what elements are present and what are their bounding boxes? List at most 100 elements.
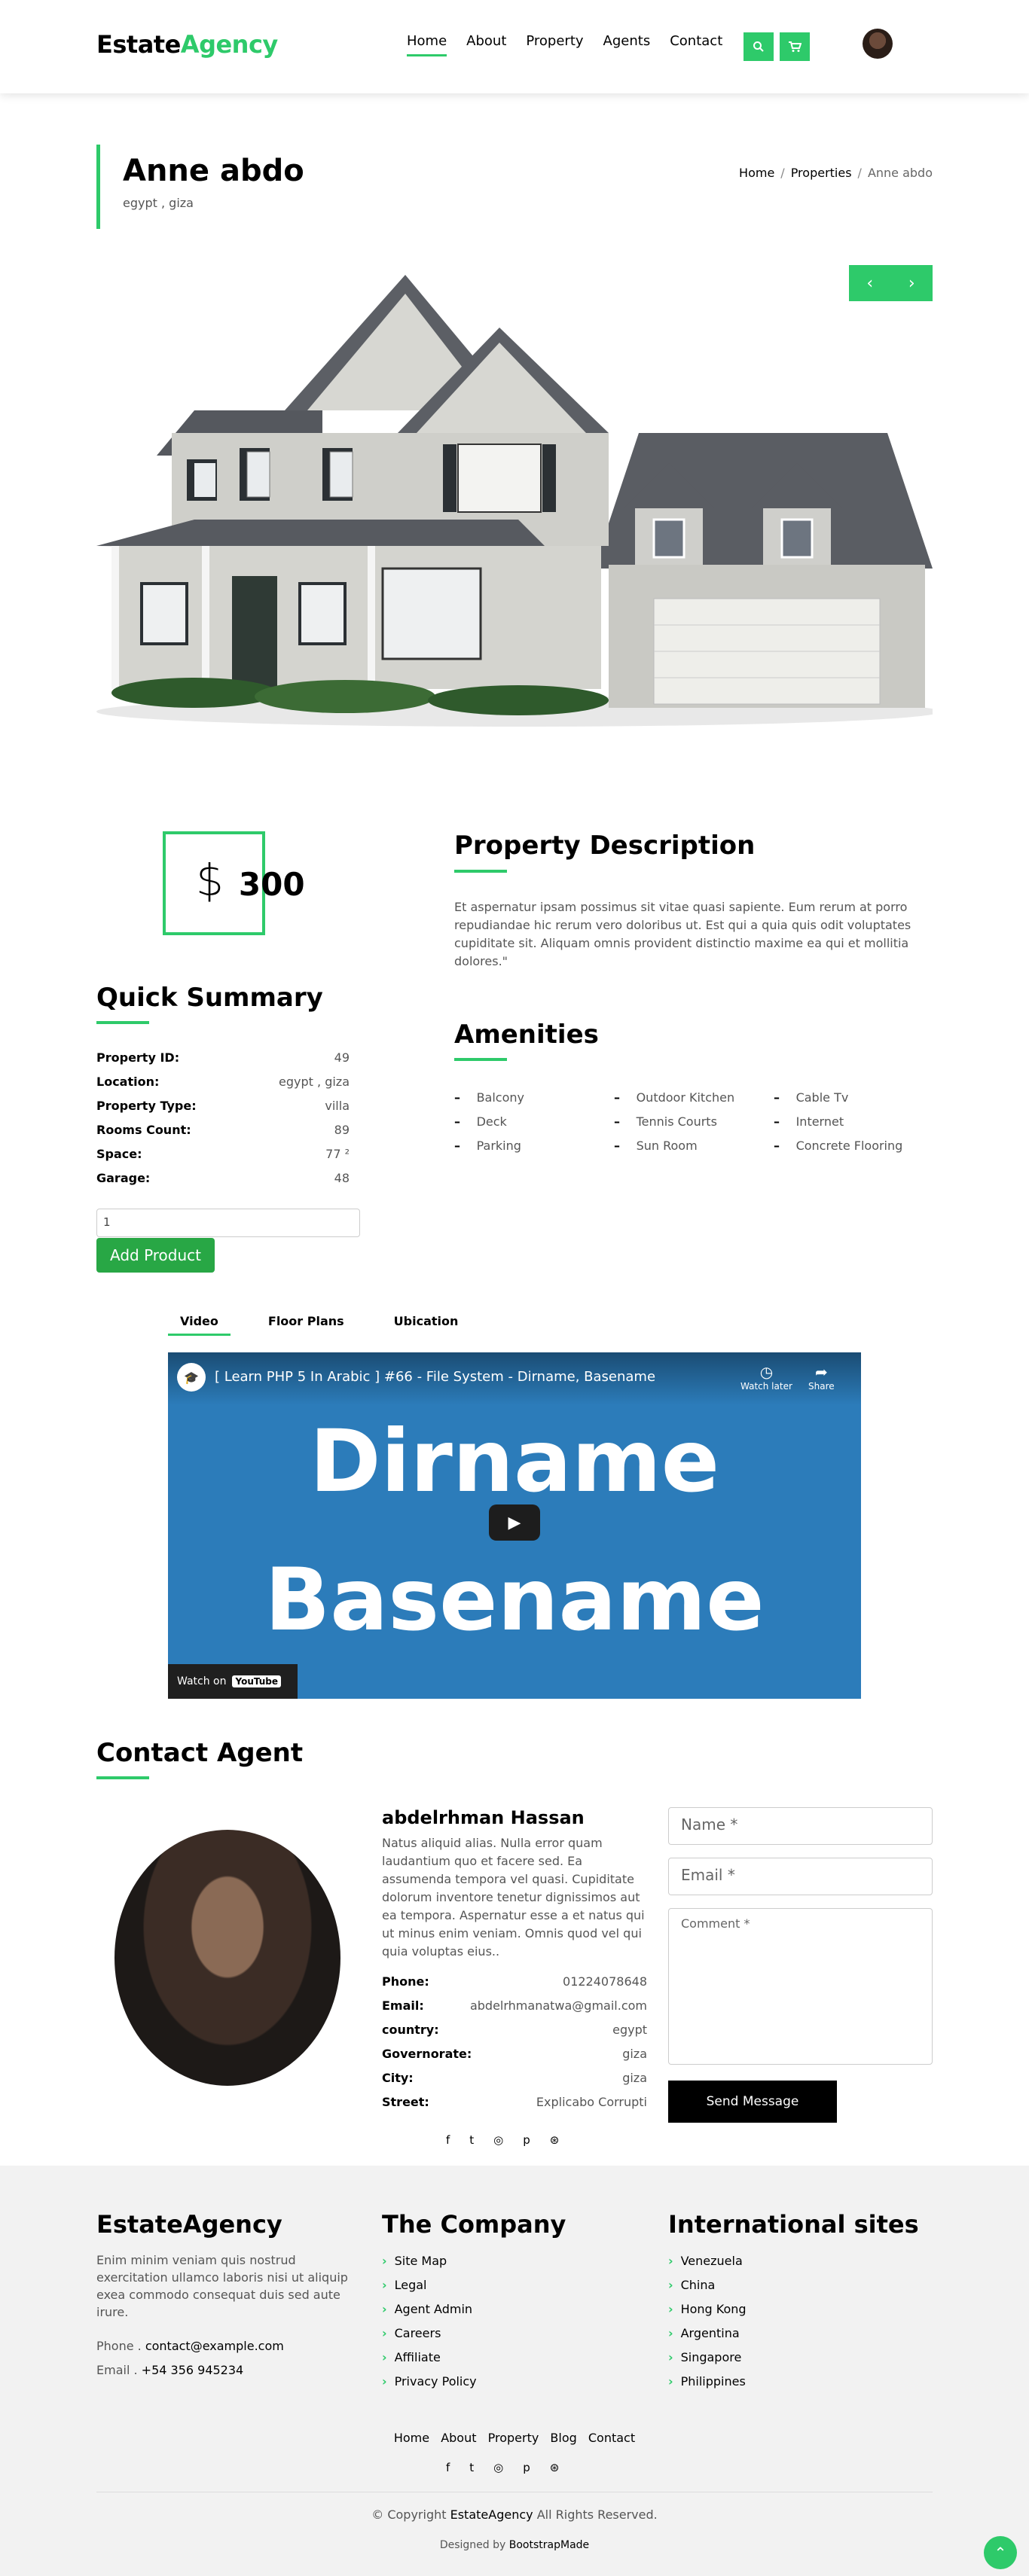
- footer-link[interactable]: China: [668, 2278, 747, 2302]
- agent-info-row: country: egypt: [382, 2023, 647, 2047]
- pinterest-icon[interactable]: p: [523, 2133, 530, 2147]
- footer-nav-about[interactable]: About: [441, 2431, 476, 2445]
- tab-floor-plans[interactable]: Floor Plans: [256, 1314, 356, 1336]
- summary-key: Garage:: [96, 1171, 151, 1185]
- channel-logo-icon[interactable]: 🎓: [177, 1363, 206, 1392]
- nav-links: Home About Property Agents Contact: [407, 33, 742, 56]
- agent-info-value: abdelrhmanatwa@gmail.com: [469, 1998, 647, 2013]
- share-icon: ➦: [814, 1363, 828, 1381]
- footer-link[interactable]: Careers: [382, 2326, 477, 2350]
- summary-title: Quick Summary: [96, 983, 323, 1013]
- footer-link[interactable]: Privacy Policy: [382, 2374, 477, 2398]
- quantity-input[interactable]: 1: [96, 1209, 360, 1237]
- back-to-top-button[interactable]: ⌃: [984, 2536, 1017, 2569]
- footer-link[interactable]: Legal: [382, 2278, 477, 2302]
- footer-phone: Phone . contact@example.com: [96, 2337, 284, 2355]
- footer-link[interactable]: Agent Admin: [382, 2302, 477, 2326]
- footer-link[interactable]: Singapore: [668, 2350, 747, 2374]
- name-field[interactable]: Name *: [668, 1807, 933, 1845]
- footer-email-value[interactable]: +54 356 945234: [142, 2363, 244, 2377]
- twitter-icon[interactable]: t: [469, 2461, 474, 2474]
- breadcrumb: Home / Properties / Anne abdo: [739, 166, 933, 180]
- tab-ubication[interactable]: Ubication: [382, 1314, 471, 1336]
- footer-nav-blog[interactable]: Blog: [550, 2431, 576, 2445]
- agent-photo: [115, 1830, 340, 2086]
- description-text: Et aspernatur ipsam possimus sit vitae q…: [454, 900, 911, 968]
- breadcrumb-properties[interactable]: Properties: [791, 166, 852, 180]
- agent-info-row: Email: abdelrhmanatwa@gmail.com: [382, 1998, 647, 2023]
- footer-link[interactable]: Argentina: [668, 2326, 747, 2350]
- facebook-icon[interactable]: f: [446, 2461, 450, 2474]
- navbar: EstateAgency Home About Property Agents …: [0, 0, 1029, 93]
- email-field[interactable]: Email *: [668, 1858, 933, 1895]
- play-button[interactable]: ▶: [489, 1504, 540, 1541]
- footer-nav-property[interactable]: Property: [488, 2431, 539, 2445]
- nav-contact[interactable]: Contact: [670, 33, 722, 56]
- footer-nav-home[interactable]: Home: [394, 2431, 429, 2445]
- media-tabs: Video Floor Plans Ubication: [168, 1314, 496, 1336]
- tab-video[interactable]: Video: [168, 1314, 231, 1336]
- footer-email: Email . +54 356 945234: [96, 2361, 243, 2379]
- send-message-button[interactable]: Send Message: [668, 2081, 837, 2123]
- footer-phone-value[interactable]: contact@example.com: [145, 2339, 284, 2353]
- footer-social-links: f t ◎ p ⊛: [446, 2461, 559, 2474]
- watch-later-button[interactable]: ◷ Watch later: [740, 1363, 792, 1392]
- instagram-icon[interactable]: ◎: [493, 2133, 503, 2147]
- price-amount: 300: [238, 866, 305, 903]
- agent-info: Phone: 01224078648 Email: abdelrhmanatwa@g…: [382, 1974, 647, 2119]
- nav-about[interactable]: About: [466, 33, 506, 56]
- designed-by-prefix: Designed by: [439, 2539, 506, 2551]
- twitter-icon[interactable]: t: [469, 2133, 474, 2147]
- dribbble-icon[interactable]: ⊛: [550, 2461, 560, 2474]
- footer-link[interactable]: Affiliate: [382, 2350, 477, 2374]
- carousel-next-button[interactable]: ›: [908, 274, 915, 293]
- footer-nav-contact[interactable]: Contact: [588, 2431, 635, 2445]
- brand-logo[interactable]: EstateAgency: [96, 30, 278, 59]
- add-product-button[interactable]: Add Product: [96, 1238, 215, 1273]
- comment-field[interactable]: Comment *: [668, 1908, 933, 2065]
- designed-by-link[interactable]: BootstrapMade: [509, 2539, 589, 2551]
- dribbble-icon[interactable]: ⊛: [550, 2133, 560, 2147]
- footer-link[interactable]: Hong Kong: [668, 2302, 747, 2326]
- property-image: [96, 275, 933, 727]
- amenity-item: Outdoor Kitchen: [614, 1090, 774, 1107]
- copyright-prefix: © Copyright: [371, 2507, 447, 2522]
- description-title: Property Description: [454, 831, 756, 861]
- summary-row: Garage: 48: [96, 1171, 350, 1195]
- agent-info-value: 01224078648: [563, 1974, 647, 1989]
- amenities-underline: [454, 1058, 507, 1061]
- summary-row: Rooms Count: 89: [96, 1123, 350, 1147]
- footer-link[interactable]: Venezuela: [668, 2254, 747, 2278]
- agent-bio: Natus aliquid alias. Nulla error quam la…: [382, 1836, 645, 1959]
- watch-on-youtube-button[interactable]: Watch on YouTube: [168, 1664, 298, 1699]
- footer-link[interactable]: Philippines: [668, 2374, 747, 2398]
- facebook-icon[interactable]: f: [446, 2133, 450, 2147]
- amenity-item: Internet: [774, 1114, 933, 1131]
- agent-info-key: country:: [382, 2023, 439, 2037]
- agent-info-key: Phone:: [382, 1974, 429, 1989]
- carousel-prev-button[interactable]: ‹: [866, 274, 873, 293]
- user-avatar[interactable]: [863, 29, 893, 59]
- designed-by: Designed by BootstrapMade: [0, 2539, 1029, 2551]
- nav-home[interactable]: Home: [407, 33, 447, 56]
- footer-link[interactable]: Site Map: [382, 2254, 477, 2278]
- nav-agents[interactable]: Agents: [603, 33, 651, 56]
- footer-about-text: Enim minim veniam quis nostrud exercitat…: [96, 2253, 348, 2319]
- video-player[interactable]: 🎓 [ Learn PHP 5 In Arabic ] #66 - File S…: [168, 1352, 861, 1699]
- footer-email-label: Email .: [96, 2363, 138, 2377]
- instagram-icon[interactable]: ◎: [493, 2461, 503, 2474]
- agent-info-key: Email:: [382, 1998, 424, 2013]
- pinterest-icon[interactable]: p: [523, 2461, 530, 2474]
- nav-property[interactable]: Property: [526, 33, 583, 56]
- amenity-item: Parking: [454, 1139, 614, 1155]
- video-title[interactable]: [ Learn PHP 5 In Arabic ] #66 - File Sys…: [215, 1369, 655, 1385]
- cart-button[interactable]: [780, 32, 810, 61]
- agent-info-value: egypt: [612, 2023, 647, 2037]
- page-title: Anne abdo: [123, 154, 304, 188]
- agent-info-value: giza: [622, 2071, 647, 2085]
- share-button[interactable]: ➦ Share: [808, 1363, 835, 1392]
- video-big-text-2: Basename: [264, 1550, 765, 1650]
- breadcrumb-home[interactable]: Home: [739, 166, 774, 180]
- search-button[interactable]: [744, 32, 774, 61]
- summary-row: Property ID: 49: [96, 1050, 350, 1075]
